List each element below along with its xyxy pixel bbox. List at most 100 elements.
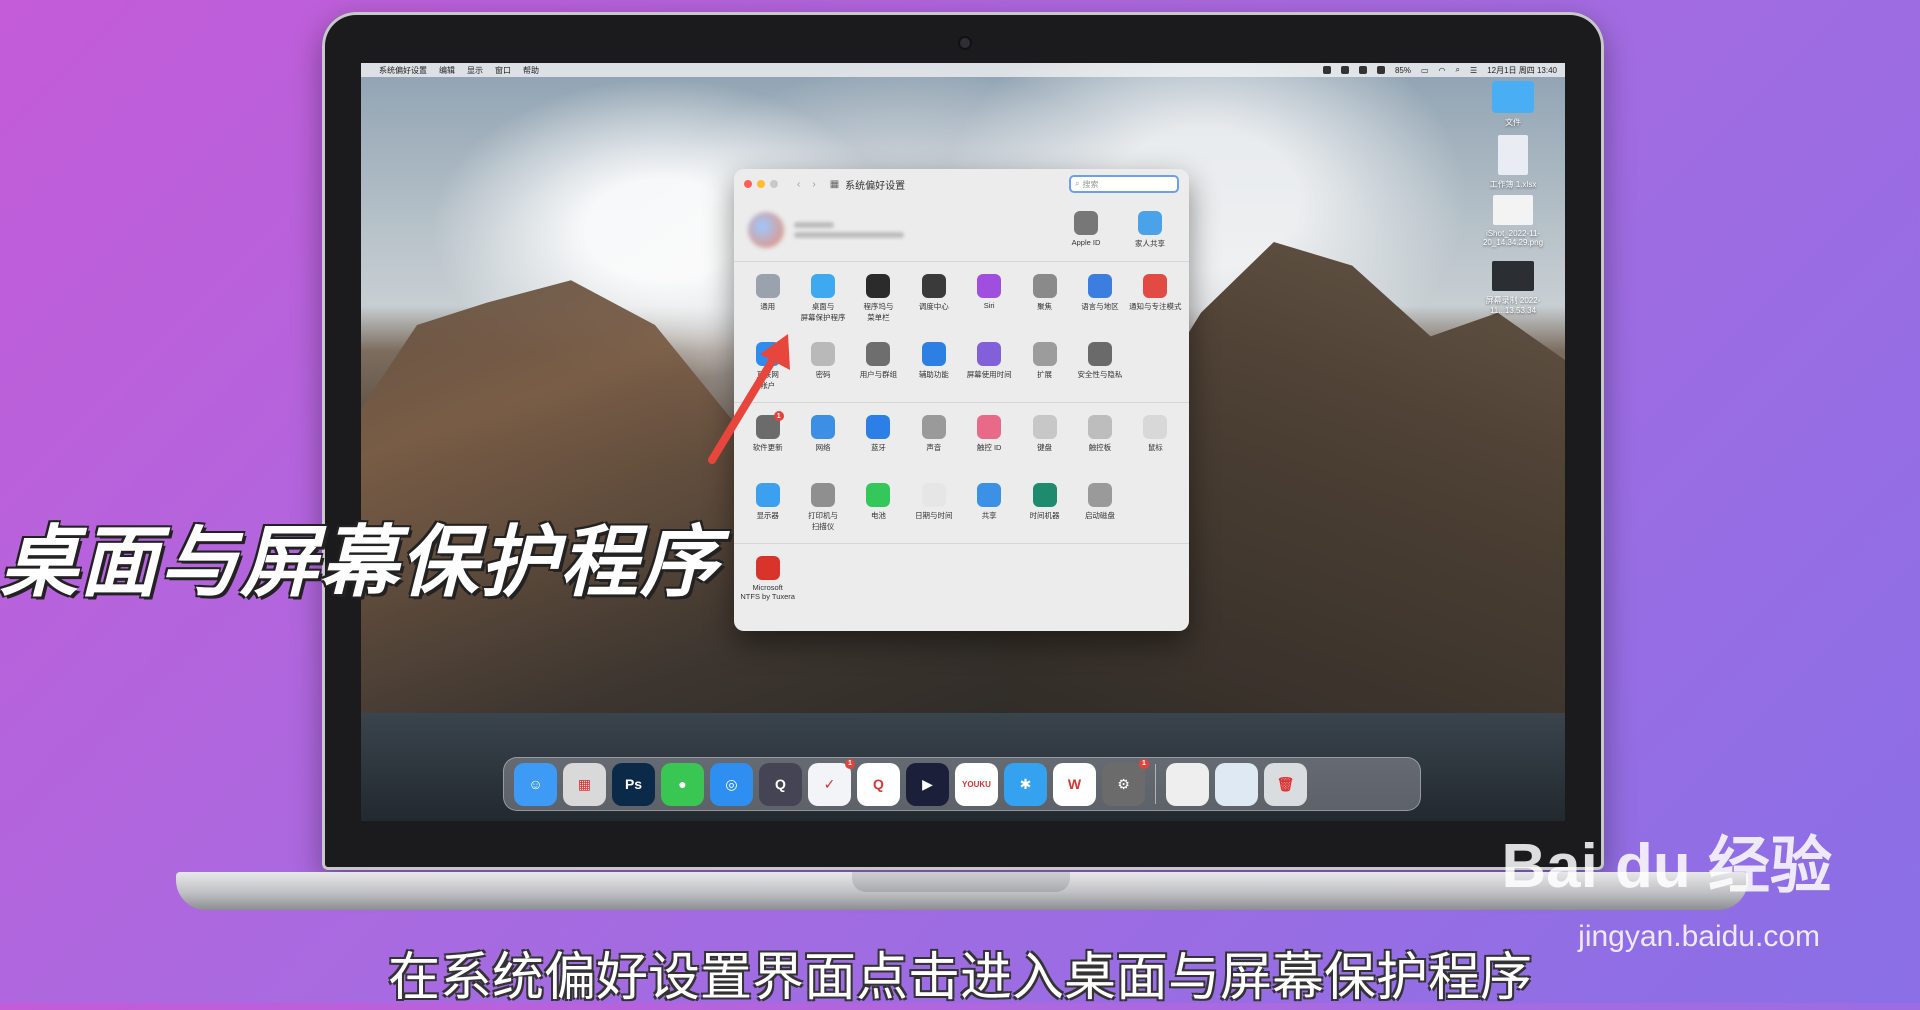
qq-icon[interactable]: Q: [857, 762, 900, 806]
pref-label: 调度中心: [918, 302, 949, 311]
language-region-icon: [1087, 274, 1112, 298]
system-preferences-icon[interactable]: ⚙ 1: [1102, 758, 1149, 806]
desktop-screensaver-icon: [811, 274, 836, 298]
pref-label: 蓝牙: [870, 443, 886, 452]
menu-edit[interactable]: 编辑: [439, 65, 455, 76]
startup-disk-icon: [1087, 483, 1112, 507]
pref-ntfs-tuxera[interactable]: Microsoft NTFS by Tuxera: [740, 550, 795, 612]
apple-id-banner[interactable]: Apple ID 家人共享: [734, 199, 1189, 262]
youku-icon[interactable]: YOUKU: [955, 762, 998, 806]
trash-icon[interactable]: 🗑: [1264, 762, 1307, 806]
pref-displays[interactable]: 显示器: [740, 477, 795, 539]
pref-language-region[interactable]: 语言与地区: [1072, 268, 1127, 330]
spreadsheet-file-icon: [1498, 135, 1528, 175]
video-player-icon[interactable]: ▶: [906, 762, 949, 806]
pref-network[interactable]: 网络: [795, 409, 850, 471]
spotlight-icon[interactable]: ⌕: [1456, 65, 1460, 75]
pref-desktop-screensaver[interactable]: 桌面与 屏幕保护程序: [795, 268, 850, 330]
pref-dock-menubar[interactable]: 程序坞与 菜单栏: [851, 268, 906, 330]
extensions-icon: [1032, 342, 1057, 366]
pref-battery[interactable]: 电池: [851, 477, 906, 539]
pref-keyboard[interactable]: 键盘: [1017, 409, 1072, 471]
date-time-icon: [921, 483, 946, 507]
wifi-icon[interactable]: ◠: [1439, 66, 1446, 75]
tray-app-icon-3[interactable]: [1358, 66, 1367, 74]
pref-label: Microsoft NTFS by Tuxera: [740, 583, 795, 601]
recent-window-icon-2[interactable]: [1215, 762, 1258, 806]
accessibility-icon: [921, 342, 946, 366]
camera: [960, 38, 970, 48]
pref-printers[interactable]: 打印机与 扫描仪: [795, 477, 850, 539]
pref-accessibility[interactable]: 辅助功能: [906, 336, 961, 398]
pref-sound[interactable]: 声音: [906, 409, 961, 471]
baidu-watermark: Bai du 经验: [1501, 832, 1832, 901]
pref-label: 桌面与 屏幕保护程序: [800, 302, 846, 322]
spotlight-icon: [1032, 274, 1057, 298]
menu-help[interactable]: 帮助: [523, 65, 539, 76]
pref-trackpad[interactable]: 触控板: [1072, 409, 1127, 471]
pref-spotlight[interactable]: 聚焦: [1017, 268, 1072, 330]
forward-chevron-icon[interactable]: ›: [812, 179, 815, 190]
photoshop-icon[interactable]: Ps: [612, 762, 655, 806]
pref-date-time[interactable]: 日期与时间: [906, 477, 961, 539]
bluetooth-icon: [866, 415, 891, 439]
pref-label: 共享: [981, 511, 997, 520]
passwords-icon: [811, 342, 836, 366]
wps-icon[interactable]: W: [1053, 762, 1096, 806]
pref-label: 辅助功能: [918, 370, 949, 379]
control-center-icon[interactable]: ☰: [1470, 66, 1477, 75]
desktop-item-recording[interactable]: 屏幕录制 2022-11...13.53.34: [1473, 261, 1553, 315]
desktop-item-xlsx[interactable]: 工作簿 1.xlsx: [1473, 135, 1553, 190]
quicktime-icon[interactable]: Q: [759, 762, 802, 806]
pref-apple-id[interactable]: Apple ID: [1061, 205, 1111, 255]
pref-siri[interactable]: Siri: [962, 268, 1017, 330]
menu-window[interactable]: 窗口: [495, 65, 511, 76]
back-chevron-icon[interactable]: ‹: [797, 179, 800, 190]
pref-family-sharing[interactable]: 家人共享: [1125, 205, 1175, 255]
messages-icon[interactable]: ●: [661, 762, 704, 806]
show-all-grid-icon[interactable]: ▦: [830, 179, 839, 190]
tray-app-icon[interactable]: [1322, 66, 1331, 74]
battery-icon[interactable]: ▭: [1421, 66, 1429, 75]
pref-general[interactable]: 通用: [740, 268, 795, 330]
zoom-button[interactable]: [770, 180, 778, 188]
pref-extensions[interactable]: 扩展: [1017, 336, 1072, 398]
menu-datetime[interactable]: 12月1日 周四 13:40: [1487, 65, 1557, 76]
dock-separator: [1155, 764, 1156, 804]
pref-users-groups[interactable]: 用户与群组: [851, 336, 906, 398]
finder-icon[interactable]: ☺: [514, 762, 557, 806]
tray-app-icon-2[interactable]: [1340, 66, 1349, 74]
pref-screen-time[interactable]: 屏幕使用时间: [962, 336, 1017, 398]
minimize-button[interactable]: [757, 180, 765, 188]
users-groups-icon: [866, 342, 891, 366]
red-arrow-annotation: [708, 334, 790, 464]
keyboard-icon: [1032, 415, 1057, 439]
menu-app-name[interactable]: 系统偏好设置: [379, 65, 427, 76]
safari-icon[interactable]: ◎: [710, 762, 753, 806]
desktop-item-folder[interactable]: 文件: [1473, 81, 1553, 128]
launchpad-icon[interactable]: ▦: [563, 762, 606, 806]
search-input[interactable]: ⌕ 搜索: [1069, 175, 1179, 193]
pref-touch-id[interactable]: 触控 ID: [962, 409, 1017, 471]
pref-mouse[interactable]: 鼠标: [1128, 409, 1183, 471]
pref-passwords[interactable]: 密码: [795, 336, 850, 398]
recent-window-icon[interactable]: [1166, 762, 1209, 806]
pref-sharing[interactable]: 共享: [962, 477, 1017, 539]
general-icon: [755, 274, 780, 298]
pref-time-machine[interactable]: 时间机器: [1017, 477, 1072, 539]
menu-view[interactable]: 显示: [467, 65, 483, 76]
close-button[interactable]: [744, 180, 752, 188]
pref-label: 触控板: [1088, 443, 1112, 452]
crab-app-icon[interactable]: ✱: [1004, 762, 1047, 806]
desktop-item-screenshot[interactable]: iShot_2022-11-20_14.34.29.png: [1473, 195, 1553, 247]
dingtalk-icon[interactable]: ✓ 1: [808, 758, 855, 806]
trackpad-icon: [1087, 415, 1112, 439]
tray-app-icon-4[interactable]: [1376, 66, 1385, 74]
badge-count: 1: [1139, 758, 1149, 769]
pref-mission-control[interactable]: 调度中心: [906, 268, 961, 330]
security-privacy-icon: [1087, 342, 1112, 366]
pref-bluetooth[interactable]: 蓝牙: [851, 409, 906, 471]
pref-startup-disk[interactable]: 启动磁盘: [1072, 477, 1127, 539]
pref-security-privacy[interactable]: 安全性与隐私: [1072, 336, 1127, 398]
pref-notifications[interactable]: 通知与专注模式: [1128, 268, 1183, 330]
